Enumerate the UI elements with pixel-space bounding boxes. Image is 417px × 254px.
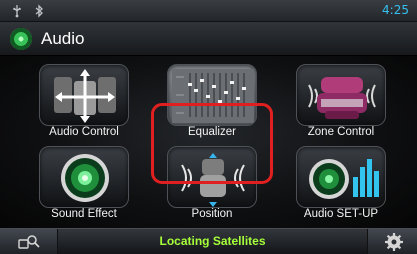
page-title: Audio — [41, 29, 85, 48]
audio-setup-label: Audio SET-UP — [303, 208, 379, 220]
audio-speaker-icon — [10, 28, 32, 50]
audio-control-button[interactable]: Audio Control — [15, 60, 153, 140]
settings-button[interactable] — [367, 229, 417, 254]
audio-setup-icon — [296, 146, 386, 208]
settings-gear-icon — [385, 233, 403, 251]
navigation-search-icon — [18, 235, 40, 249]
zone-control-icon — [296, 64, 386, 126]
equalizer-selection-highlight — [151, 103, 273, 184]
status-bar: 4:25 — [0, 0, 417, 22]
navigation-search-button[interactable] — [0, 229, 58, 254]
audio-menu-grid: Audio Control Equalizer Zone Control Sou… — [0, 56, 417, 228]
bottom-bar: Locating Satellites — [0, 228, 417, 254]
status-time: 4:25 — [382, 3, 409, 17]
position-label: Position — [191, 208, 233, 220]
status-icons — [10, 4, 46, 18]
zone-control-button[interactable]: Zone Control — [272, 60, 410, 140]
status-message: Locating Satellites — [159, 234, 266, 248]
sound-effect-button[interactable]: Sound Effect — [15, 142, 153, 222]
audio-control-label: Audio Control — [49, 126, 119, 138]
audio-control-icon — [39, 64, 129, 126]
zone-control-label: Zone Control — [307, 126, 375, 138]
title-bar: Audio — [0, 22, 417, 56]
bluetooth-icon — [35, 4, 43, 18]
audio-setup-button[interactable]: Audio SET-UP — [272, 142, 410, 222]
usb-icon — [13, 5, 21, 18]
sound-effect-label: Sound Effect — [51, 208, 117, 220]
sound-effect-icon — [39, 146, 129, 208]
